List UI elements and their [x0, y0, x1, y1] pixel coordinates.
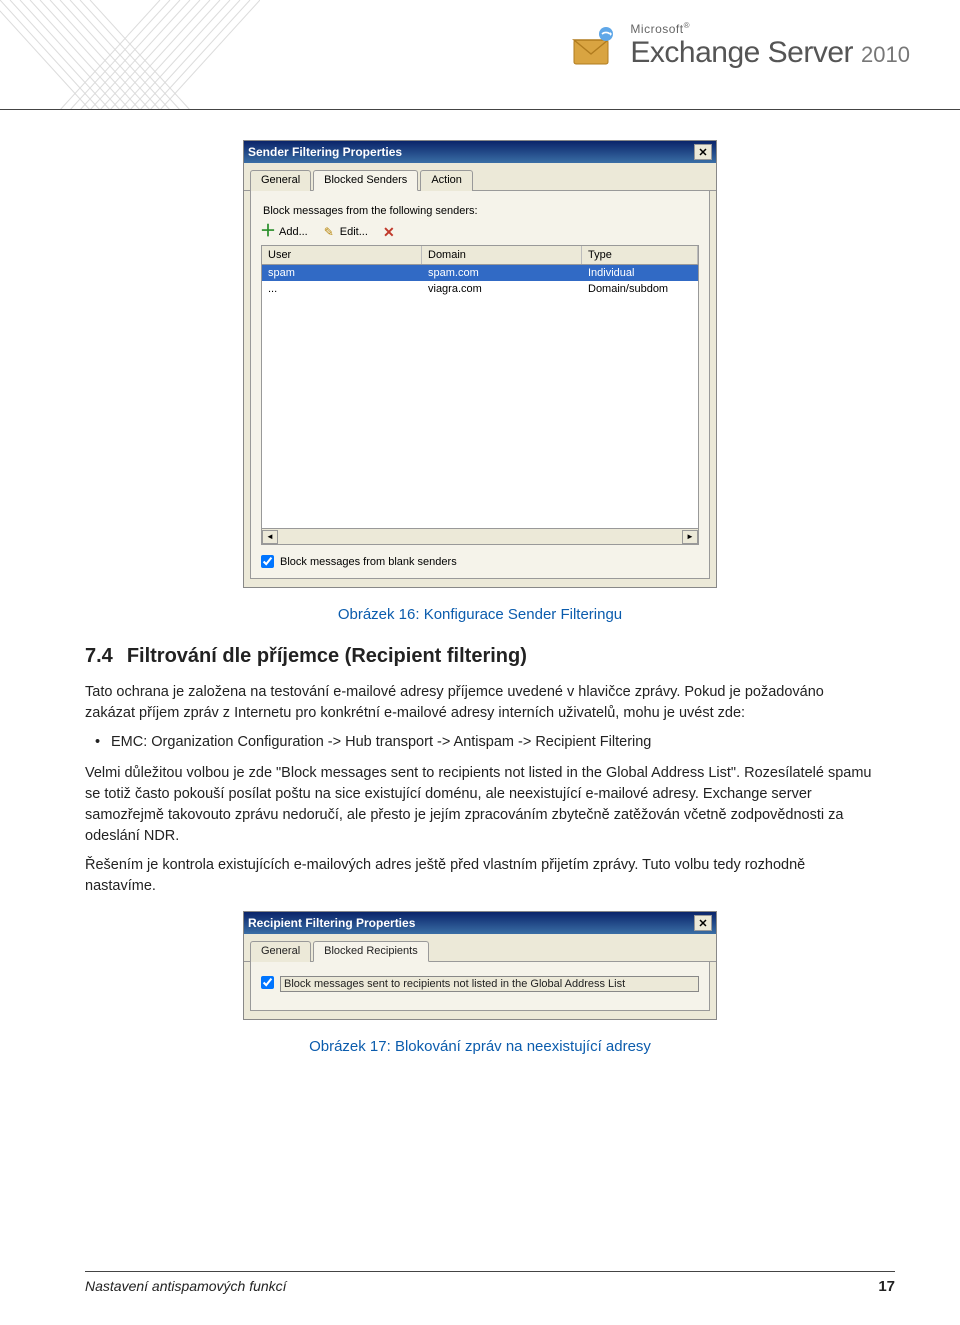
figure-caption-16: Obrázek 16: Konfigurace Sender Filtering…	[85, 606, 875, 623]
block-not-listed-row: Block messages sent to recipients not li…	[261, 976, 699, 992]
cell-domain: viagra.com	[422, 281, 582, 297]
plus-icon: ＋	[261, 225, 275, 239]
footer-page-number: 17	[878, 1278, 895, 1295]
brand-year: 2010	[861, 42, 910, 68]
edit-label: Edit...	[340, 226, 368, 238]
cell-domain: spam.com	[422, 265, 582, 281]
brand-microsoft-text: Microsoft	[630, 22, 683, 36]
cell-user: ...	[262, 281, 422, 297]
tab-panel: Block messages sent to recipients not li…	[250, 962, 710, 1011]
grid-header: User Domain Type	[262, 246, 698, 265]
senders-grid: User Domain Type spam spam.com Individua…	[261, 245, 699, 545]
dialog-tabs: General Blocked Recipients	[244, 934, 716, 962]
col-type[interactable]: Type	[582, 246, 698, 264]
add-label: Add...	[279, 226, 308, 238]
tab-general[interactable]: General	[250, 941, 311, 962]
toolbar: ＋ Add... ✎ Edit... ✕	[261, 225, 699, 239]
close-button[interactable]: ✕	[694, 144, 712, 160]
exchange-logo-icon	[568, 20, 618, 70]
paragraph: Řešením je kontrola existujících e-mailo…	[85, 855, 875, 897]
block-not-listed-label: Block messages sent to recipients not li…	[280, 976, 699, 992]
scroll-left-icon[interactable]: ◄	[262, 530, 278, 544]
recipient-filtering-dialog: Recipient Filtering Properties ✕ General…	[243, 911, 717, 1020]
paragraph: Velmi důležitou volbou je zde "Block mes…	[85, 763, 875, 847]
panel-description: Block messages from the following sender…	[263, 205, 699, 217]
page-footer: Nastavení antispamových funkcí 17	[85, 1271, 895, 1295]
figure-caption-17: Obrázek 17: Blokování zpráv na neexistuj…	[85, 1038, 875, 1055]
block-blank-senders-checkbox[interactable]	[261, 555, 274, 568]
brand-block: Microsoft® Exchange Server 2010	[568, 20, 910, 70]
grid-body: spam spam.com Individual ... viagra.com …	[262, 265, 698, 528]
col-domain[interactable]: Domain	[422, 246, 582, 264]
delete-button[interactable]: ✕	[382, 225, 396, 239]
cell-type: Domain/subdom	[582, 281, 698, 297]
block-not-listed-checkbox[interactable]	[261, 976, 274, 989]
paragraph: Tato ochrana je založena na testování e-…	[85, 682, 875, 724]
footer-chapter: Nastavení antispamových funkcí	[85, 1278, 287, 1295]
bullet-list: EMC: Organization Configuration -> Hub t…	[85, 732, 875, 753]
delete-icon: ✕	[382, 225, 396, 239]
tab-general[interactable]: General	[250, 170, 311, 191]
close-button[interactable]: ✕	[694, 915, 712, 931]
page-header: Microsoft® Exchange Server 2010	[0, 0, 960, 110]
dialog-tabs: General Blocked Senders Action	[244, 163, 716, 191]
section-number: 7.4	[85, 645, 113, 668]
cell-type: Individual	[582, 265, 698, 281]
header-decoration	[0, 0, 260, 110]
scroll-right-icon[interactable]: ►	[682, 530, 698, 544]
header-rule	[0, 109, 960, 110]
add-button[interactable]: ＋ Add...	[261, 225, 308, 239]
tab-blocked-senders[interactable]: Blocked Senders	[313, 170, 418, 191]
dialog-titlebar: Recipient Filtering Properties ✕	[244, 912, 716, 934]
brand-microsoft-label: Microsoft®	[630, 21, 910, 36]
dialog-title: Sender Filtering Properties	[248, 145, 694, 159]
tab-blocked-recipients[interactable]: Blocked Recipients	[313, 941, 429, 962]
sender-filtering-dialog: Sender Filtering Properties ✕ General Bl…	[243, 140, 717, 588]
col-user[interactable]: User	[262, 246, 422, 264]
pencil-icon: ✎	[322, 225, 336, 239]
block-blank-senders-row: Block messages from blank senders	[261, 555, 699, 568]
tab-action[interactable]: Action	[420, 170, 473, 191]
block-blank-senders-label: Block messages from blank senders	[280, 556, 457, 568]
section-title: Filtrování dle příjemce (Recipient filte…	[127, 645, 527, 668]
cell-user: spam	[262, 265, 422, 281]
section-heading: 7.4 Filtrování dle příjemce (Recipient f…	[85, 645, 875, 668]
bullet-item: EMC: Organization Configuration -> Hub t…	[111, 732, 875, 753]
dialog-title: Recipient Filtering Properties	[248, 916, 694, 930]
dialog-titlebar: Sender Filtering Properties ✕	[244, 141, 716, 163]
grid-row[interactable]: ... viagra.com Domain/subdom	[262, 281, 698, 297]
horizontal-scrollbar[interactable]: ◄ ►	[262, 528, 698, 544]
brand-text: Microsoft® Exchange Server 2010	[630, 21, 910, 70]
grid-row[interactable]: spam spam.com Individual	[262, 265, 698, 281]
edit-button[interactable]: ✎ Edit...	[322, 225, 368, 239]
tab-panel-blocked: Block messages from the following sender…	[250, 191, 710, 579]
brand-product-name: Exchange Server	[630, 36, 853, 70]
